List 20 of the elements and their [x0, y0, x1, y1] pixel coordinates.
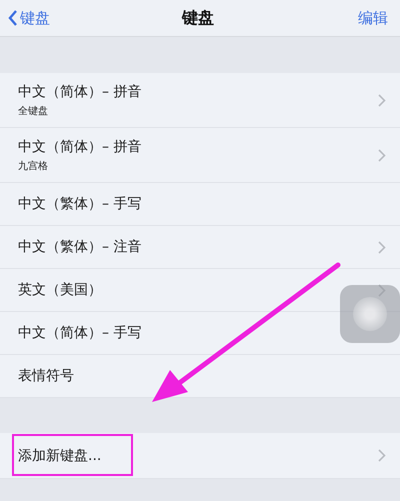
assistive-touch-button[interactable] — [340, 285, 400, 343]
chevron-icon — [378, 94, 386, 106]
keyboard-name[interactable]: 表情符号 — [18, 367, 74, 385]
keyboard-subtitle: 九宫格 — [18, 160, 49, 172]
keyboard-name[interactable]: 中文（简体）– 拼音 — [18, 138, 142, 156]
keyboard-name[interactable]: 中文（繁体）– 手写 — [18, 195, 142, 213]
chevron-icon — [378, 148, 386, 162]
add-keyboard-link[interactable]: 添加新键盘... — [18, 446, 102, 464]
chevron-icon — [378, 284, 386, 296]
back-button[interactable]: 键盘 — [8, 8, 50, 28]
edit-button[interactable]: 编辑 — [358, 8, 388, 28]
keyboard-name[interactable]: 英文（美国） — [18, 281, 102, 299]
back-chevron-icon — [8, 9, 18, 27]
page-title: 键盘 — [182, 8, 214, 28]
chevron-icon — [378, 240, 386, 254]
keyboard-name[interactable]: 中文（繁体）– 注音 — [18, 238, 142, 256]
chevron-icon — [378, 449, 386, 462]
keyboard-name[interactable]: 中文（简体）– 拼音 — [18, 82, 142, 100]
keyboard-subtitle: 全键盘 — [18, 104, 49, 118]
keyboard-name[interactable]: 中文（简体）– 手写 — [18, 324, 142, 342]
